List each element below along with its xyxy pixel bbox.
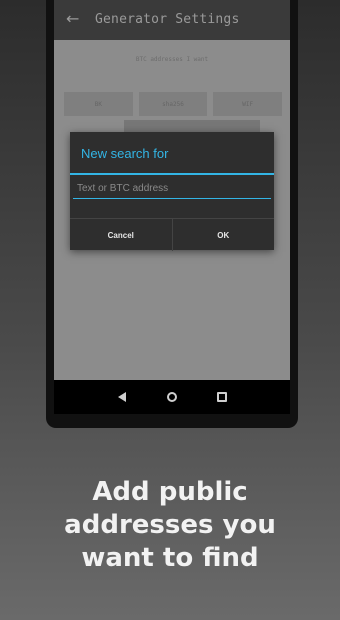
back-arrow-icon[interactable]: ← <box>66 9 79 29</box>
app-bar-title: Generator Settings <box>95 12 240 27</box>
nav-back-icon[interactable] <box>112 387 132 407</box>
nav-home-icon[interactable] <box>162 387 182 407</box>
app-bar: ← Generator Settings <box>54 0 290 40</box>
caption-line-2: addresses you <box>64 510 276 540</box>
promo-caption: Add public addresses you want to find <box>0 476 340 575</box>
screen-subtitle: BTC addresses I want <box>135 56 209 63</box>
dialog-title: New search for <box>81 146 169 161</box>
coin-tabs: BK sha256 WIF <box>64 92 283 116</box>
android-nav-bar <box>54 380 290 414</box>
coin-tab-bk[interactable]: BK <box>64 92 133 116</box>
coin-tab-wif[interactable]: WIF <box>213 92 283 116</box>
ok-button[interactable]: OK <box>171 219 275 251</box>
caption-line-3: want to find <box>81 543 259 573</box>
cancel-button[interactable]: Cancel <box>70 219 172 251</box>
search-text-input[interactable] <box>73 179 271 199</box>
dialog-actions: Cancel OK <box>70 218 274 251</box>
nav-recents-icon[interactable] <box>212 387 232 407</box>
dialog-title-divider <box>70 173 274 175</box>
new-search-dialog: New search for Cancel OK <box>70 132 274 251</box>
caption-line-1: Add public <box>92 477 248 507</box>
coin-tab-sha256[interactable]: sha256 <box>138 92 208 116</box>
